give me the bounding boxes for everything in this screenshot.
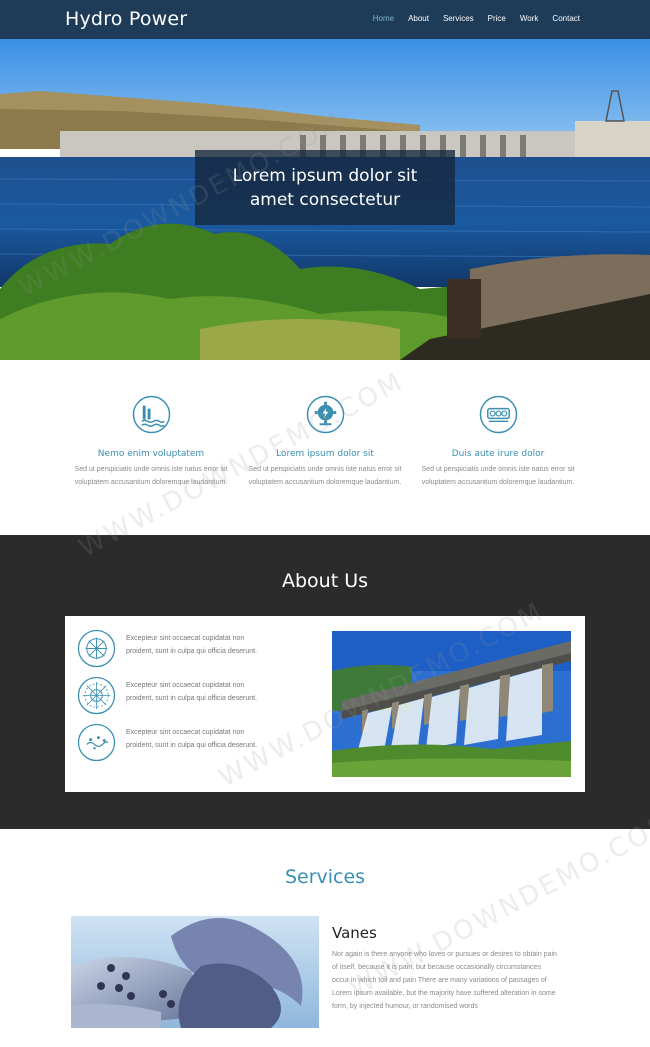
turbine-icon [479, 395, 517, 434]
service-description: Nor again is there anyone who loves or p… [332, 951, 557, 1010]
spillway-image [332, 631, 571, 777]
sun-wheel-icon [77, 676, 116, 715]
hero-caption-text: Lorem ipsum dolor sit amet consectetur [232, 165, 418, 210]
top-navbar: Hydro Power Home About Services Price Wo… [0, 0, 650, 39]
menu-item-contact[interactable]: Contact [552, 14, 580, 23]
services-title: Services [284, 866, 366, 888]
menu-item-services[interactable]: Services [443, 14, 474, 23]
hero-banner: Lorem ipsum dolor sit amet consectetur [0, 39, 650, 360]
about-item: Excepteur sint occaecat cupidatat non pr… [77, 629, 277, 671]
about-item-text: Excepteur sint occaecat cupidatat non pr… [126, 729, 258, 749]
service-title: Vanes [332, 924, 377, 942]
menu-item-home[interactable]: Home [373, 14, 394, 23]
feature-text: Sed ut perspiciatis unde omnis iste natu… [74, 466, 228, 486]
main-menu: Home About Services Price Work Contact [373, 14, 580, 23]
water-drops-icon [77, 723, 116, 762]
menu-item-about[interactable]: About [408, 14, 429, 23]
about-item: Excepteur sint occaecat cupidatat non pr… [77, 676, 277, 718]
feature-item: Nemo enim voluptatem Sed ut perspiciatis… [66, 395, 236, 489]
feature-item: Duis aute irure dolor Sed ut perspiciati… [413, 395, 583, 489]
vanes-photo [71, 916, 319, 1028]
menu-item-work[interactable]: Work [520, 14, 539, 23]
site-logo[interactable]: Hydro Power [65, 8, 187, 30]
feature-title: Duis aute irure dolor [451, 449, 545, 459]
about-item: Excepteur sint occaecat cupidatat non pr… [77, 723, 277, 765]
about-item-text: Excepteur sint occaecat cupidatat non pr… [126, 682, 258, 702]
features-section: Nemo enim voluptatem Sed ut perspiciatis… [0, 360, 650, 535]
feature-title: Lorem ipsum dolor sit [276, 449, 374, 459]
gear-bolt-icon [306, 395, 344, 434]
turbine-vane-image [71, 916, 319, 1028]
about-title: About Us [281, 570, 369, 592]
dam-waves-icon [132, 395, 170, 434]
feature-text: Sed ut perspiciatis unde omnis iste natu… [421, 466, 575, 486]
menu-item-price[interactable]: Price [488, 14, 506, 23]
about-section: About Us Excepteur sint occaecat cupidat… [0, 535, 650, 829]
snowflake-wheel-icon [77, 629, 116, 668]
services-section: Services Vanes Nor again is there anyone… [0, 829, 650, 1047]
about-card: Excepteur sint occaecat cupidatat non pr… [65, 616, 585, 792]
feature-text: Sed ut perspiciatis unde omnis iste natu… [248, 466, 402, 486]
feature-item: Lorem ipsum dolor sit Sed ut perspiciati… [240, 395, 410, 489]
about-item-text: Excepteur sint occaecat cupidatat non pr… [126, 635, 258, 655]
service-detail: Vanes Nor again is there anyone who love… [332, 924, 557, 1013]
feature-title: Nemo enim voluptatem [97, 449, 205, 459]
about-dam-photo [332, 631, 571, 777]
hero-caption-box: Lorem ipsum dolor sit amet consectetur [195, 150, 455, 225]
